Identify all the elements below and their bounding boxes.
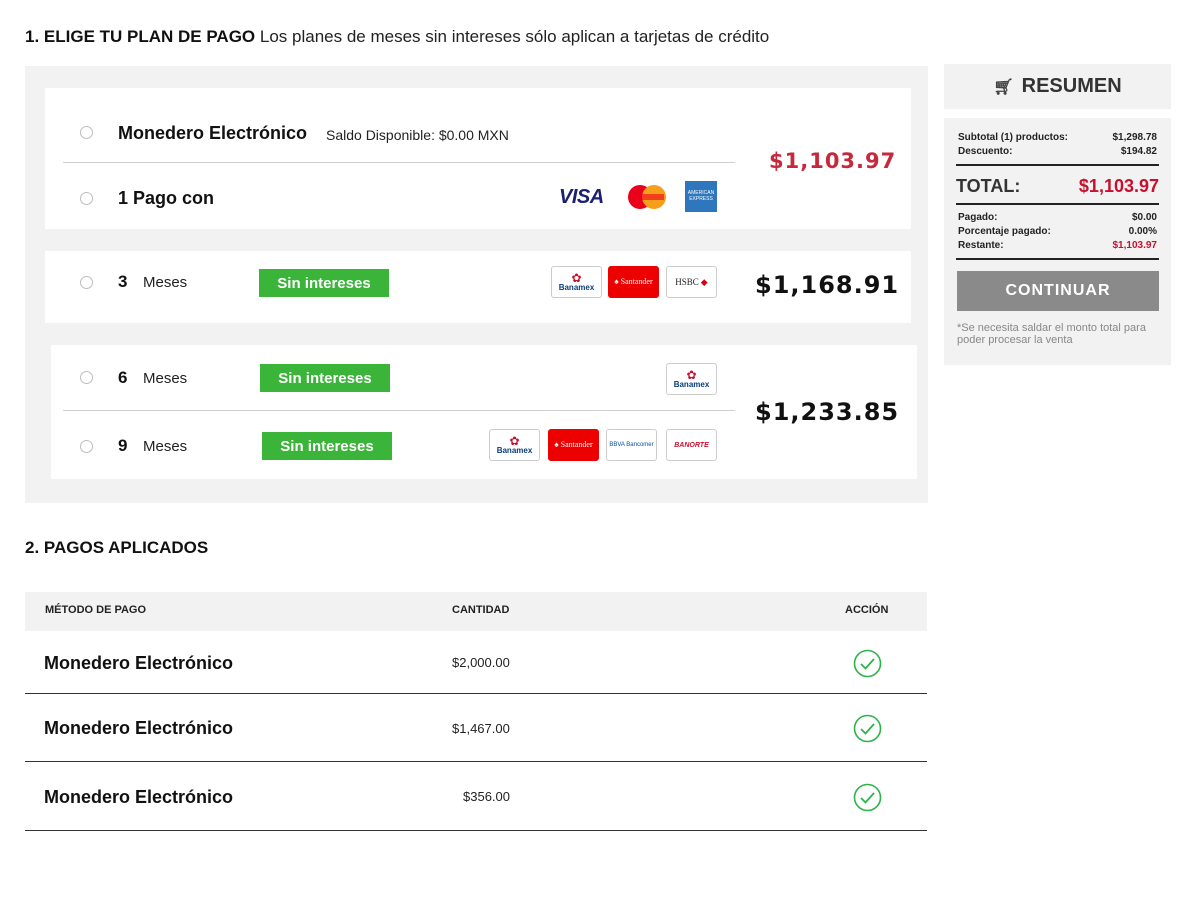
- remaining-row: Restante: $1,103.97: [958, 240, 1157, 251]
- remaining-value: $1,103.97: [1112, 240, 1158, 251]
- remaining-label: Restante:: [958, 240, 1004, 251]
- summary-divider: [956, 258, 1159, 260]
- header-action: ACCIÓN: [845, 604, 889, 616]
- payment-plans-panel: Monedero Electrónico Saldo Disponible: $…: [25, 66, 928, 503]
- divider: [63, 162, 735, 163]
- total-row: TOTAL: $1,103.97: [956, 176, 1159, 197]
- paid-label: Pagado:: [958, 212, 998, 223]
- payment-method: Monedero Electrónico: [44, 787, 234, 807]
- bank-name: Banamex: [673, 380, 710, 389]
- total-value: $1,103.97: [1078, 176, 1159, 196]
- table-row: Monedero Electrónico $2,000.00: [25, 631, 927, 694]
- hsbc-hexagon-icon: ◆: [700, 276, 708, 287]
- plan-3-price: $1,168.91: [755, 271, 900, 299]
- section-payments-title: 2. PAGOS APLICADOS: [25, 538, 208, 558]
- one-payment-label: 1 Pago con: [118, 188, 215, 208]
- paid-row: Pagado: $0.00: [958, 212, 1157, 223]
- radio-one-payment[interactable]: [80, 192, 93, 205]
- total-label: TOTAL:: [956, 176, 1021, 196]
- hsbc-logo: HSBC ◆: [666, 266, 717, 298]
- header-amount: CANTIDAD: [452, 604, 510, 616]
- plan-3-unit: Meses: [143, 274, 188, 291]
- bank-name: HSBC: [675, 276, 699, 287]
- banamex-logo: ✿ Banamex: [489, 429, 540, 461]
- sin-intereses-badge: Sin intereses: [260, 364, 390, 392]
- plan-6-unit: Meses: [143, 370, 188, 387]
- percent-value: 0.00%: [1128, 226, 1157, 237]
- subtotal-label: Subtotal (1) productos:: [958, 132, 1068, 143]
- subtotal-row: Subtotal (1) productos: $1,298.78: [958, 132, 1157, 143]
- summary-title: RESUMEN: [1021, 75, 1122, 97]
- summary-divider: [956, 164, 1159, 166]
- santander-logo: ♠ Santander: [608, 266, 659, 298]
- percent-row: Porcentaje pagado: 0.00%: [958, 226, 1157, 237]
- payment-amount: $1,467.00: [452, 721, 510, 736]
- cart-icon: 🛒︎: [993, 78, 1014, 96]
- plan-card-3-months: 3 Meses Sin intereses ✿ Banamex ♠ Santan…: [45, 251, 911, 323]
- bank-name: Banamex: [496, 446, 533, 455]
- bank-name: BANORTE: [674, 441, 709, 449]
- summary-divider: [956, 203, 1159, 205]
- discount-row: Descuento: $194.82: [958, 146, 1157, 157]
- banamex-logo: ✿ Banamex: [666, 363, 717, 395]
- plan-3-number: 3: [118, 272, 128, 291]
- continue-button[interactable]: CONTINUAR: [957, 271, 1159, 311]
- section-payments-heading: 2. PAGOS APLICADOS: [25, 538, 209, 557]
- payment-amount: $356.00: [463, 789, 510, 804]
- summary-note: *Se necesita saldar el monto total para …: [957, 322, 1146, 347]
- plan-9-number: 9: [118, 436, 128, 455]
- discount-value: $194.82: [1120, 146, 1157, 157]
- section-plan-subtitle: Los planes de meses sin intereses sólo a…: [259, 27, 770, 46]
- santander-flame-icon: ♠: [554, 440, 559, 449]
- amex-logo: AMERICAN EXPRESS: [685, 181, 717, 212]
- plan-card-single-payment: Monedero Electrónico Saldo Disponible: $…: [45, 88, 911, 229]
- header-method: MÉTODO DE PAGO: [45, 604, 147, 616]
- paid-value: $0.00: [1131, 212, 1157, 223]
- plan-9-unit: Meses: [143, 438, 188, 455]
- bank-name: Santander: [560, 440, 593, 449]
- payment-method: Monedero Electrónico: [44, 718, 234, 738]
- bbva-bancomer-logo: BBVA Bancomer: [606, 429, 657, 461]
- sin-intereses-badge: Sin intereses: [259, 269, 389, 297]
- check-circle-icon[interactable]: [853, 649, 882, 678]
- bank-name: Santander: [620, 277, 653, 286]
- plan-6-9-price: $1,233.85: [755, 398, 900, 426]
- one-payment-price: $1,103.97: [769, 149, 897, 173]
- check-circle-icon[interactable]: [853, 783, 882, 812]
- section-plan-title: 1. ELIGE TU PLAN DE PAGO Los planes de m…: [25, 27, 769, 47]
- payments-table-header: MÉTODO DE PAGO CANTIDAD ACCIÓN: [25, 592, 927, 631]
- banamex-logo: ✿ Banamex: [551, 266, 602, 298]
- plan-6-number: 6: [118, 368, 128, 387]
- radio-3-months[interactable]: [80, 276, 93, 289]
- plan-card-6-9-months: 6 Meses Sin intereses ✿ Banamex 9 Meses …: [51, 345, 917, 479]
- sin-intereses-badge: Sin intereses: [262, 432, 392, 460]
- visa-logo: VISA: [559, 186, 604, 208]
- mastercard-logo: [628, 185, 666, 209]
- payment-method: Monedero Electrónico: [44, 653, 234, 673]
- santander-flame-icon: ♠: [614, 277, 619, 286]
- santander-logo: ♠ Santander: [548, 429, 599, 461]
- wallet-balance: Saldo Disponible: $0.00 MXN: [326, 127, 509, 143]
- check-circle-icon[interactable]: [853, 714, 882, 743]
- discount-label: Descuento:: [958, 146, 1013, 157]
- subtotal-value: $1,298.78: [1112, 132, 1158, 143]
- payment-amount: $2,000.00: [452, 655, 510, 670]
- wallet-label: Monedero Electrónico: [118, 123, 308, 143]
- bank-name: Banamex: [558, 283, 595, 292]
- divider: [63, 410, 735, 411]
- radio-wallet[interactable]: [80, 126, 93, 139]
- section-plan-heading: 1. ELIGE TU PLAN DE PAGO: [25, 27, 256, 46]
- radio-6-months[interactable]: [80, 371, 93, 384]
- percent-label: Porcentaje pagado:: [958, 226, 1051, 237]
- summary-header: 🛒︎ RESUMEN: [944, 64, 1171, 109]
- table-row: Monedero Electrónico $1,467.00: [25, 694, 927, 762]
- radio-9-months[interactable]: [80, 440, 93, 453]
- table-row: Monedero Electrónico $356.00: [25, 762, 927, 831]
- bank-name: BBVA Bancomer: [609, 442, 654, 448]
- banorte-logo: BANORTE: [666, 429, 717, 461]
